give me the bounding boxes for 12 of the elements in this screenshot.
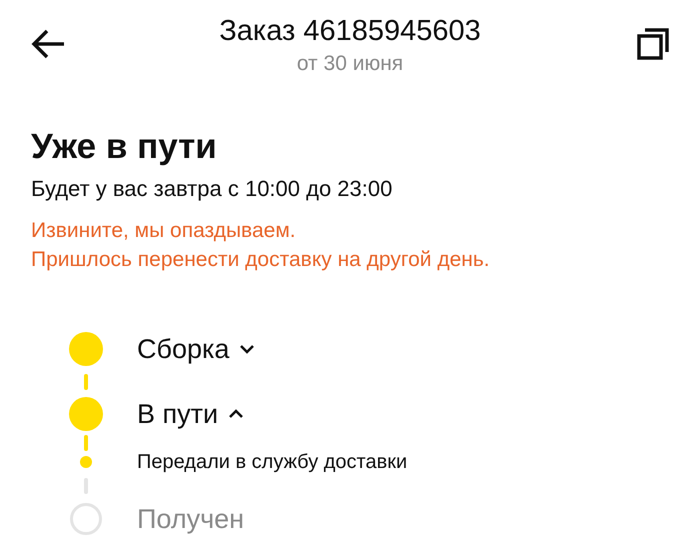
delivery-window: Будет у вас завтра с 10:00 до 23:00 [31,175,669,203]
stage-label: Получен [137,502,244,536]
status-heading: Уже в пути [31,127,218,167]
back-icon [30,28,66,60]
event-label: Передали в службу доставки [137,450,408,475]
stage-toggle[interactable]: Сборка [137,328,256,370]
order-title: Заказ 46185945603 [219,14,481,48]
copy-icon [636,27,670,61]
stage-toggle[interactable]: В пути [137,394,244,434]
delay-notice: Пришлось перенести доставку на другой день. [31,247,491,273]
delay-notice: Извините, мы опаздываем. [31,218,297,244]
order-date: от 30 июня [296,51,404,77]
